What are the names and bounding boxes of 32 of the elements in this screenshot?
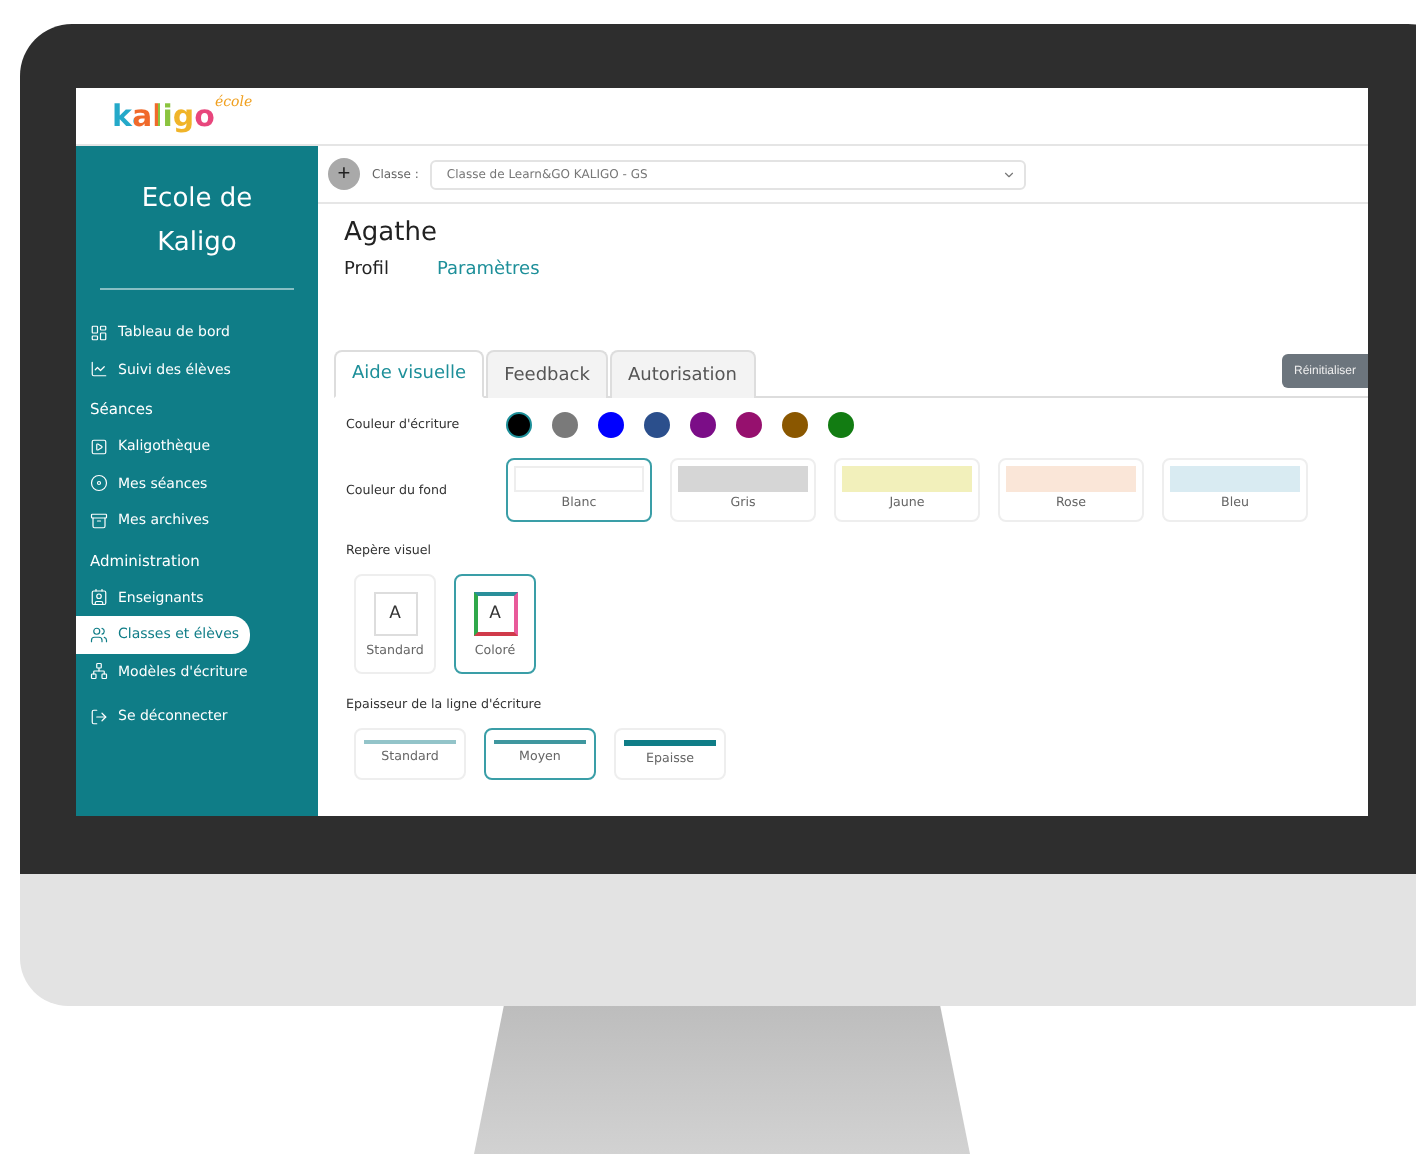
play-square-icon xyxy=(90,437,108,456)
settings-tab[interactable]: Feedback xyxy=(486,350,608,398)
logout-icon xyxy=(90,707,108,726)
letter-sample: A xyxy=(373,592,417,636)
line-sample xyxy=(624,740,716,746)
student-name: Agathe xyxy=(342,216,439,248)
profile-tab[interactable]: Profil xyxy=(344,260,389,280)
color-swatch[interactable] xyxy=(782,412,808,438)
add-button[interactable]: + xyxy=(328,158,360,190)
archive-icon xyxy=(90,511,108,530)
line-sample xyxy=(494,740,586,744)
color-swatch[interactable] xyxy=(690,412,716,438)
school-name: Ecole de Kaligo xyxy=(139,182,255,262)
disc-icon xyxy=(90,474,108,493)
settings-tab[interactable]: Autorisation xyxy=(609,350,755,398)
color-swatch[interactable] xyxy=(598,412,624,438)
logo-name: kaligo xyxy=(112,98,215,134)
line-sample xyxy=(364,740,456,743)
people-icon xyxy=(90,625,108,644)
grid-icon xyxy=(90,323,108,342)
color-swatch[interactable] xyxy=(828,412,854,438)
color-swatch[interactable] xyxy=(736,412,762,438)
color-swatch[interactable] xyxy=(644,412,670,438)
settings-tab[interactable]: Aide visuelle xyxy=(334,350,485,398)
line-chart-icon xyxy=(90,360,108,379)
color-swatch[interactable] xyxy=(552,412,578,438)
color-swatch[interactable] xyxy=(506,412,532,438)
contact-card-icon xyxy=(90,588,108,607)
letter-sample: A xyxy=(473,592,517,636)
network-icon xyxy=(90,662,108,681)
profile-tab[interactable]: Paramètres xyxy=(436,260,540,280)
chevron-icon xyxy=(1002,167,1017,181)
